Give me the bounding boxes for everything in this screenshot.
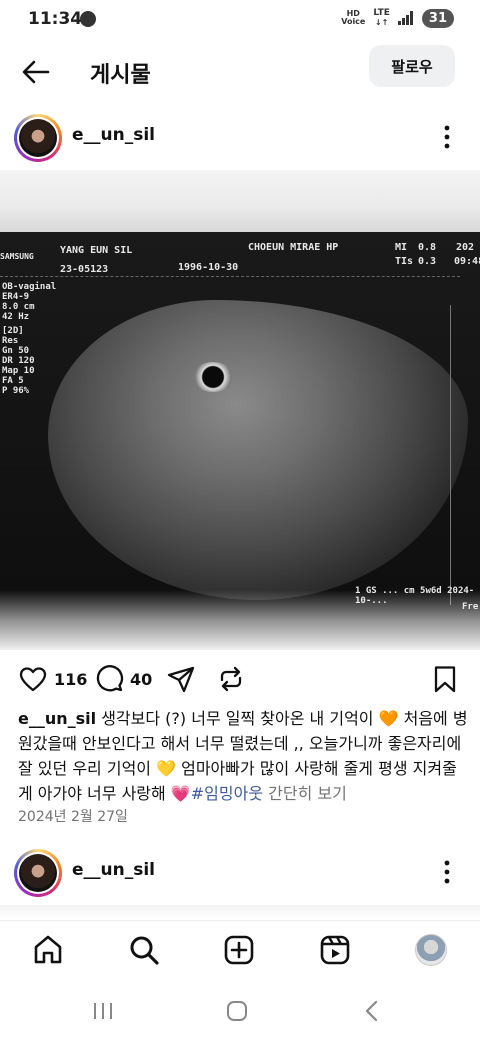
next-post-more-button[interactable]	[432, 857, 462, 887]
save-button[interactable]	[430, 664, 460, 694]
voice-label: Voice	[341, 17, 366, 26]
photo-paper-edge	[0, 170, 480, 232]
status-time: 11:34	[28, 9, 83, 29]
photo-corner-time: 09:48	[454, 256, 480, 267]
photo-map: Map 10	[2, 366, 35, 376]
caption-username[interactable]: e__un_sil	[18, 709, 96, 728]
avatar[interactable]	[14, 114, 62, 162]
next-post-header: e__un_sil	[0, 845, 480, 901]
photo-tis-value: 0.3	[418, 256, 437, 267]
like-button[interactable]: 116	[18, 664, 87, 694]
photo-dr: DR 120	[2, 356, 35, 366]
photo-brand: SAMSUNG	[0, 252, 34, 261]
repost-icon	[220, 666, 242, 692]
photo-gn: Gn 50	[2, 346, 30, 356]
status-bar: 11:34 HD Voice LTE ↓↑ 31	[0, 0, 480, 40]
post-date: 2024년 2월 27일	[18, 809, 128, 825]
bookmark-icon	[434, 666, 456, 693]
more-vertical-icon	[444, 860, 450, 884]
photo-freq: 42 Hz	[2, 312, 30, 322]
comment-button[interactable]: 40	[94, 664, 152, 694]
ultrasound-scan-area	[48, 300, 468, 600]
system-nav-bar	[0, 980, 480, 1040]
caption-text-1: 생각보다 (?) 너무 일찍 찾아온 내 기억이	[96, 709, 379, 728]
follow-button[interactable]: 팔로우	[369, 45, 455, 87]
post-username[interactable]: e__un_sil	[72, 125, 155, 145]
battery-badge: 31	[421, 8, 454, 28]
share-button[interactable]	[166, 664, 196, 694]
yellow-heart-emoji: 💛	[156, 759, 177, 778]
photo-corner-date: 202	[456, 242, 475, 253]
avatar-image	[19, 854, 57, 892]
photo-tick-ruler	[0, 276, 460, 290]
photo-id: 23-05123	[60, 264, 109, 275]
photo-patient: YANG EUN SIL	[60, 245, 133, 256]
reels-icon[interactable]	[318, 933, 352, 967]
recent-apps-icon[interactable]	[90, 998, 116, 1024]
bottom-nav	[0, 920, 480, 978]
page-title: 게시물	[90, 63, 151, 88]
orange-heart-emoji: 🧡	[378, 709, 399, 728]
photo-p: P 96%	[2, 386, 30, 396]
status-indicators: HD Voice LTE ↓↑ 31	[341, 8, 454, 28]
photo-fa: FA 5	[2, 376, 24, 386]
hd-voice-icon: HD Voice	[341, 10, 365, 26]
profile-avatar[interactable]	[415, 934, 447, 966]
repost-button[interactable]	[216, 664, 246, 694]
back-button[interactable]	[18, 54, 54, 90]
photo-depth-scale	[450, 305, 468, 605]
photo-hospital: CHOEUN MIRAE HP	[248, 242, 339, 253]
comment-count: 40	[130, 669, 153, 689]
gestational-sac	[192, 362, 234, 392]
next-post-avatar[interactable]	[14, 849, 62, 897]
photo-mode: [2D]	[2, 326, 24, 336]
network-label: LTE	[373, 8, 390, 18]
next-post-username[interactable]: e__un_sil	[72, 860, 155, 880]
send-icon	[167, 666, 195, 693]
arrow-left-icon	[22, 60, 50, 84]
photo-tis-label: TIs	[395, 256, 414, 267]
heart-icon	[19, 667, 47, 692]
app-header: 게시물 팔로우	[0, 40, 480, 104]
back-nav-icon[interactable]	[360, 998, 386, 1024]
photo-mi-label: MI	[395, 242, 408, 253]
home-icon[interactable]	[31, 933, 65, 967]
photo-depth: 8.0 cm	[2, 302, 35, 312]
hashtag-link[interactable]: #임밍아웃	[191, 784, 263, 803]
more-vertical-icon	[444, 125, 450, 149]
photo-dob: 1996-10-30	[178, 262, 239, 273]
post-action-bar: 116 40	[0, 660, 480, 700]
collapse-caption-link[interactable]: 간단히 보기	[263, 784, 347, 803]
like-count: 116	[54, 669, 88, 689]
post-photo[interactable]: SAMSUNG YANG EUN SIL 23-05123 1996-10-30…	[0, 170, 480, 650]
search-icon[interactable]	[127, 933, 161, 967]
avatar-image	[19, 119, 57, 157]
pink-heart-emoji: 💗	[170, 784, 191, 803]
signal-icon	[397, 11, 414, 25]
aperture-icon	[80, 11, 96, 27]
photo-footer-right: Fre	[462, 602, 479, 612]
post-caption: e__un_sil 생각보다 (?) 너무 일찍 찾아온 내 기억이 🧡 처음에…	[18, 706, 470, 806]
photo-probe: OB-vaginal	[2, 282, 57, 292]
photo-res: Res	[2, 336, 19, 346]
home-button-icon[interactable]	[224, 998, 250, 1024]
create-post-icon[interactable]	[222, 933, 256, 967]
next-post-photo-edge	[0, 905, 480, 919]
more-options-button[interactable]	[432, 122, 462, 152]
lte-icon: LTE ↓↑	[373, 8, 390, 27]
comment-icon	[96, 665, 124, 692]
photo-probe-model: ER4-9	[2, 292, 30, 302]
post-header: e__un_sil	[0, 110, 480, 166]
photo-mi-value: 0.8	[418, 242, 437, 253]
